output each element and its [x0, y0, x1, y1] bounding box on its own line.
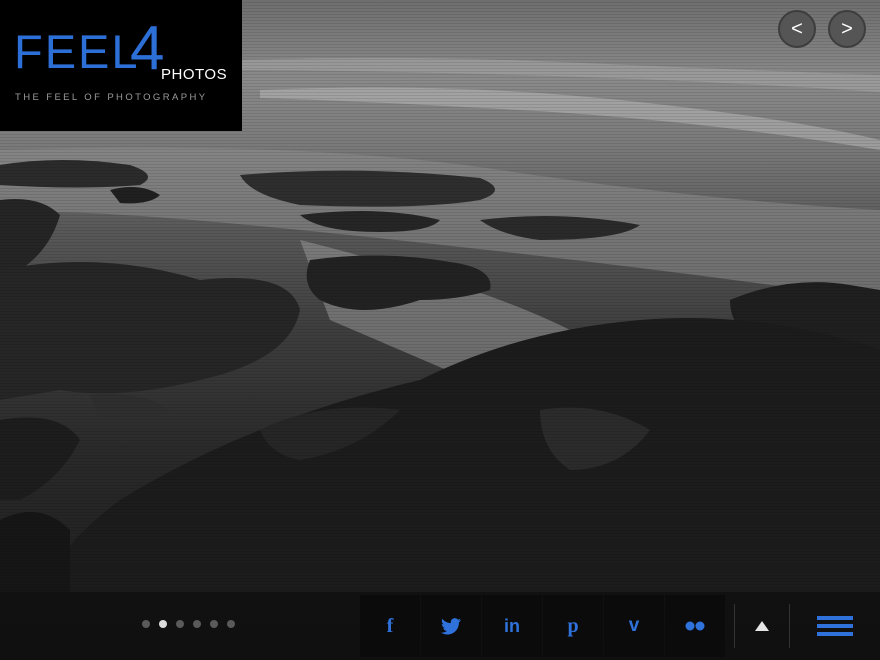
logo-word: FEEL: [14, 25, 140, 78]
slide-dot-active[interactable]: [159, 620, 167, 628]
pinterest-icon: p: [567, 614, 579, 637]
slide-dot[interactable]: [210, 620, 218, 628]
flickr-link[interactable]: [665, 595, 725, 657]
logo-suffix: PHOTOS: [161, 66, 228, 83]
site-logo[interactable]: FEEL 4 PHOTOS THE FEEL OF PHOTOGRAPHY: [0, 0, 242, 131]
social-links: f in p v: [360, 595, 726, 657]
slide-dot[interactable]: [142, 620, 150, 628]
divider: [734, 604, 735, 648]
divider: [789, 604, 790, 648]
scroll-up-button[interactable]: [736, 596, 788, 656]
facebook-icon: f: [386, 614, 394, 637]
pinterest-link[interactable]: p: [543, 595, 603, 657]
slide-prev-button[interactable]: <: [778, 10, 816, 48]
vimeo-link[interactable]: v: [604, 595, 664, 657]
slide-next-button[interactable]: >: [828, 10, 866, 48]
linkedin-link[interactable]: in: [482, 595, 542, 657]
twitter-link[interactable]: [421, 595, 481, 657]
facebook-link[interactable]: f: [360, 595, 420, 657]
chevron-right-icon: >: [841, 17, 853, 40]
logo-tagline: THE FEEL OF PHOTOGRAPHY: [15, 92, 208, 103]
flickr-icon: [685, 621, 705, 631]
vimeo-icon: v: [628, 615, 640, 636]
chevron-left-icon: <: [791, 17, 803, 40]
logo-number: 4: [130, 14, 165, 83]
triangle-up-icon: [755, 621, 769, 631]
hamburger-menu-icon: [817, 612, 853, 640]
slider-pagination: [142, 620, 235, 628]
menu-button[interactable]: [792, 596, 878, 656]
slide-dot[interactable]: [193, 620, 201, 628]
linkedin-icon: in: [504, 615, 520, 636]
twitter-icon: [441, 617, 461, 634]
slide-dot[interactable]: [176, 620, 184, 628]
slide-dot[interactable]: [227, 620, 235, 628]
